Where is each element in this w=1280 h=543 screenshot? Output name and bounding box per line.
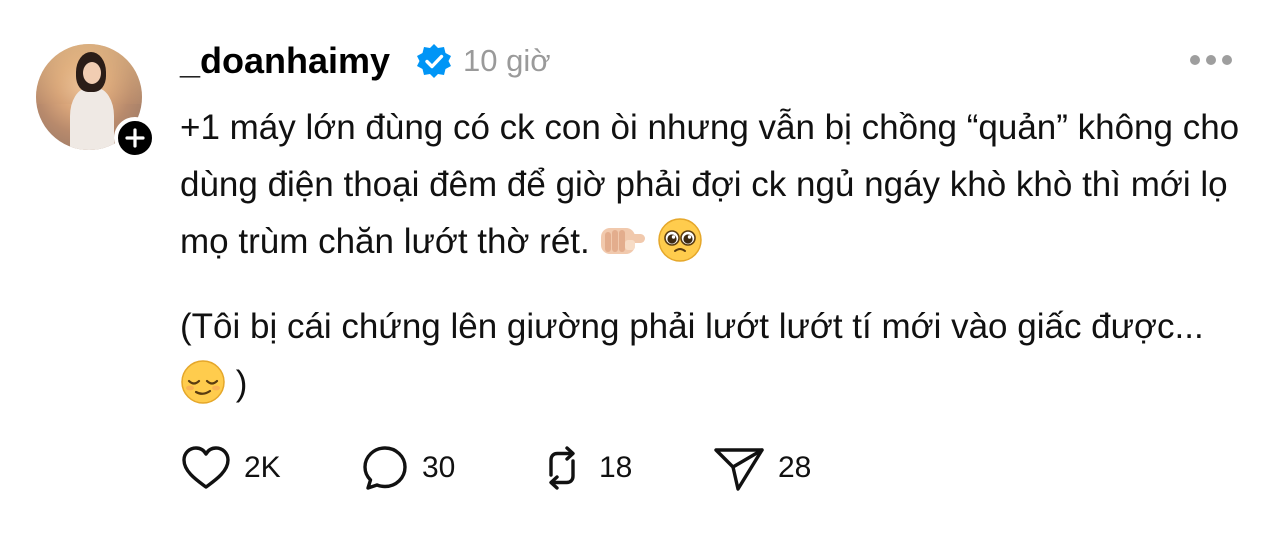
post-time: 10 giờ <box>463 43 551 78</box>
avatar-figure-body <box>70 88 114 150</box>
pointing-hand-emoji-icon <box>601 227 646 254</box>
verified-badge-icon <box>417 44 451 78</box>
comment-count: 30 <box>422 451 456 484</box>
plus-icon <box>125 128 145 148</box>
more-options-icon <box>1190 55 1200 65</box>
like-button[interactable]: 2K <box>180 440 281 496</box>
post-text-2: (Tôi bị cái chứng lên giường phải lướt l… <box>180 307 1204 346</box>
pleading-face-emoji-icon <box>658 218 702 262</box>
post-text-2-end: ) <box>235 364 248 403</box>
username[interactable]: _doanhaimy <box>180 40 390 82</box>
avatar-figure-face <box>83 62 101 84</box>
repost-icon <box>549 446 575 490</box>
share-count: 28 <box>778 451 812 484</box>
heart-icon <box>182 446 230 489</box>
post-text-paragraph-2: (Tôi bị cái chứng lên giường phải lướt l… <box>180 298 1240 412</box>
repost-count: 18 <box>599 451 633 484</box>
share-button[interactable]: 28 <box>712 440 811 496</box>
send-icon <box>714 448 764 491</box>
comment-bubble-icon <box>363 446 407 490</box>
more-options-icon <box>1206 55 1216 65</box>
post-text-paragraph-1: +1 máy lớn đùng có ck con òi nhưng vẫn b… <box>180 99 1240 270</box>
comment-button[interactable]: 30 <box>360 440 455 496</box>
relieved-face-emoji-icon <box>181 360 225 404</box>
more-options-button[interactable] <box>1190 52 1234 68</box>
follow-plus-button[interactable] <box>114 117 156 159</box>
repost-button[interactable]: 18 <box>537 440 632 496</box>
like-count: 2K <box>244 451 281 484</box>
post-text-1: +1 máy lớn đùng có ck con òi nhưng vẫn b… <box>180 108 1240 261</box>
more-options-icon <box>1222 55 1232 65</box>
avatar-container[interactable] <box>36 44 156 160</box>
